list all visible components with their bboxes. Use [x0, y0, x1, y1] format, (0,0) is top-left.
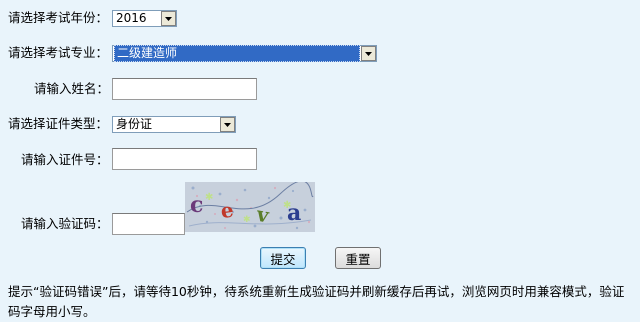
major-label: 请选择考试专业：	[8, 45, 109, 60]
id-number-label: 请输入证件号：	[21, 152, 109, 167]
captcha-label: 请输入验证码：	[21, 216, 109, 231]
chevron-down-icon[interactable]	[361, 46, 376, 61]
chevron-down-icon[interactable]	[161, 11, 176, 26]
chevron-down-icon[interactable]	[220, 117, 235, 132]
id-type-select-value: 身份证	[116, 117, 153, 131]
major-select[interactable]: 二级建造师	[112, 45, 377, 62]
reset-button[interactable]: 重置	[335, 247, 381, 269]
year-select-value: 2016	[116, 11, 147, 25]
id-type-select[interactable]: 身份证	[112, 116, 236, 133]
submit-button[interactable]: 提交	[260, 247, 306, 269]
captcha-field[interactable]	[112, 213, 185, 235]
year-label: 请选择考试年份：	[8, 10, 109, 25]
tip-text: 提示“验证码错误”后，请等待10秒钟，待系统重新生成验证码并刷新缓存后再试，浏览…	[8, 284, 625, 319]
id-number-field[interactable]	[112, 148, 257, 170]
svg-text:✱: ✱	[205, 192, 213, 203]
captcha-image[interactable]: ✱ ✱ ✱ c e v a	[185, 182, 315, 232]
name-label: 请输入姓名：	[34, 81, 110, 96]
id-type-label: 请选择证件类型：	[8, 116, 109, 131]
captcha-char: a	[287, 200, 301, 226]
year-select[interactable]: 2016	[112, 10, 177, 27]
captcha-char: c	[190, 192, 203, 218]
major-select-value: 二级建造师	[114, 45, 360, 62]
name-field[interactable]	[112, 78, 257, 100]
